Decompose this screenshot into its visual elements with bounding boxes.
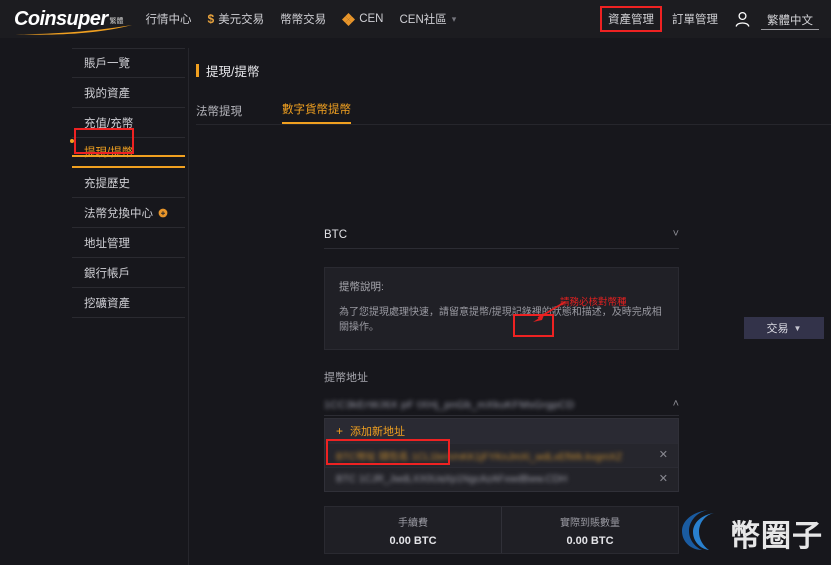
page-title-row: 提現/提幣 [196, 58, 831, 82]
tab-crypto-withdraw[interactable]: 數字貨幣提幣 [282, 101, 351, 124]
fee-value: 0.00 BTC [566, 534, 614, 547]
sidebar-item-account-overview[interactable]: 賬戶一覽 [72, 48, 185, 78]
sidebar-item-deposit[interactable]: 充值/充幣 [72, 108, 185, 138]
coin-select[interactable]: BTC ˅ [324, 221, 679, 249]
top-navbar: Coinsuper 繁體 行情中心 $ 美元交易 幣幣交易 CEN CEN社區 … [0, 0, 831, 38]
sidebar-item-deposit-withdraw-history[interactable]: 充提歷史 [72, 168, 185, 198]
sidebar-item-label: 充值/充幣 [84, 117, 134, 130]
page-title-accent-bar [196, 63, 199, 77]
sidebar: 賬戶一覽 我的資產 充值/充幣 提現/提幣 充提歷史 法幣兌換中心 地址管理 銀… [72, 48, 185, 318]
order-management-link[interactable]: 訂單管理 [666, 8, 724, 30]
nav-label: CEN [359, 13, 384, 25]
chevron-down-icon: ▾ [451, 13, 457, 24]
nav-label: CEN社區 [399, 14, 447, 26]
address-item-text: BTC 1CJR_JwdLXX0UaXp1NgcAzAFxwdBww.CDH [336, 474, 568, 485]
sidebar-active-underline [72, 155, 185, 157]
sidebar-item-mining-assets[interactable]: 挖礦資產 [72, 288, 185, 318]
plus-icon: + [336, 424, 344, 438]
withdraw-address-label: 提幣地址 [324, 372, 368, 384]
fiat-exchange-icon [158, 208, 168, 218]
brand-logo[interactable]: Coinsuper 繁體 [12, 9, 132, 35]
sidebar-item-label: 地址管理 [84, 237, 130, 250]
tab-bar-rule [196, 124, 831, 125]
person-icon[interactable] [734, 11, 751, 28]
dollar-icon: $ [207, 12, 215, 26]
sidebar-item-label: 我的資產 [84, 87, 130, 100]
nav-label: 幣幣交易 [280, 14, 327, 26]
sidebar-item-label: 充提歷史 [84, 177, 130, 190]
nav-item-usd-trading[interactable]: $ 美元交易 [208, 11, 265, 27]
top-nav-right: 資產管理 訂單管理 繁體中文 [596, 6, 819, 32]
address-item-text: BTC地址 錢包名 1CL1bmVnKK1jFYKnJmXi_wdLxEfWk.… [336, 452, 623, 463]
list-item[interactable]: BTC 1CJR_JwdLXX0UaXp1NgcAzAFxwdBww.CDH ✕ [325, 467, 678, 491]
tab-bar: 法幣提現 數字貨幣提幣 [196, 102, 831, 124]
chevron-down-icon: ˅ [672, 228, 679, 240]
asset-management-link[interactable]: 資產管理 [600, 6, 662, 32]
sidebar-item-address-management[interactable]: 地址管理 [72, 228, 185, 258]
sidebar-item-label: 賬戶一覽 [84, 58, 130, 70]
trade-button[interactable]: 交易 ▼ [744, 317, 824, 339]
list-item[interactable]: BTC地址 錢包名 1CL1bmVnKK1jFYKnJmXi_wdLxEfWk.… [325, 443, 678, 467]
cen-logo-icon [342, 12, 356, 26]
withdraw-form: 請務必核對幣種 BTC ˅ 交易 ▼ 提幣說明: 為了您提現處理快速，請留意提幣… [324, 221, 824, 565]
nav-label: 美元交易 [218, 14, 265, 26]
close-icon[interactable]: ✕ [659, 474, 668, 485]
close-icon[interactable]: ✕ [659, 450, 668, 461]
watermark-text: 幣圈子 [730, 519, 823, 553]
address-dropdown: + 添加新地址 BTC地址 錢包名 1CL1bmVnKK1jFYKnJmXi_w… [324, 418, 679, 492]
sidebar-item-fiat-exchange-center[interactable]: 法幣兌換中心 [72, 198, 185, 228]
nav-item-coin-trading[interactable]: 幣幣交易 [280, 11, 326, 27]
nav-label: 行情中心 [145, 14, 192, 26]
fee-label: 手續費 [398, 517, 428, 529]
withdraw-notice: 提幣說明: 為了您提現處理快速，請留意提幣/提現記錄裡的狀態和描述，及時完成相關… [324, 267, 679, 350]
caret-down-icon: ▼ [793, 323, 802, 333]
notice-title: 提幣說明: [339, 281, 384, 293]
add-new-address-label: 添加新地址 [350, 426, 406, 438]
nav-item-market[interactable]: 行情中心 [146, 11, 192, 27]
sidebar-item-label: 法幣兌換中心 [84, 207, 153, 220]
sidebar-item-label: 銀行帳戶 [84, 267, 130, 280]
page-title: 提現/提幣 [206, 64, 260, 79]
withdraw-address-value: 1CC3kErWJ6X pF tXHj_pnGb_mXkuKFMsGrgpCD [324, 398, 575, 411]
withdraw-address-input[interactable]: 1CC3kErWJ6X pF tXHj_pnGb_mXkuKFMsGrgpCD … [324, 394, 679, 416]
sidebar-item-withdraw[interactable]: 提現/提幣 [72, 138, 185, 168]
sidebar-item-my-assets[interactable]: 我的資產 [72, 78, 185, 108]
fee-cell-handling: 手續費 0.00 BTC [325, 507, 501, 553]
fee-label: 實際到賬數量 [560, 517, 620, 529]
nav-item-cen-community[interactable]: CEN社區 ▾ [399, 11, 456, 27]
notice-body: 為了您提現處理快速，請留意提幣/提現記錄裡的狀態和描述，及時完成相關操作。 [339, 307, 662, 333]
chevron-up-icon: ˄ [672, 398, 679, 410]
sidebar-item-bank-account[interactable]: 銀行帳戶 [72, 258, 185, 288]
watermark: 幣圈子 [678, 506, 823, 559]
sidebar-item-label: 提現/提幣 [84, 147, 134, 159]
annotation-check-currency: 請務必核對幣種 [560, 297, 627, 308]
fee-summary: 手續費 0.00 BTC 實際到賬數量 0.00 BTC [324, 506, 679, 554]
sidebar-item-label: 挖礦資產 [84, 297, 130, 310]
add-new-address-button[interactable]: + 添加新地址 [325, 419, 678, 443]
top-nav-items: 行情中心 $ 美元交易 幣幣交易 CEN CEN社區 ▾ [146, 11, 473, 27]
sidebar-divider [188, 48, 189, 565]
trade-button-label: 交易 [766, 323, 789, 335]
page-root: Coinsuper 繁體 行情中心 $ 美元交易 幣幣交易 CEN CEN社區 … [0, 0, 831, 565]
annotation-arrow-icon [532, 301, 566, 328]
language-selector[interactable]: 繁體中文 [761, 9, 819, 30]
sidebar-active-marker [70, 139, 74, 143]
tab-fiat-withdraw[interactable]: 法幣提現 [196, 103, 242, 124]
swirl-logo-icon [678, 506, 726, 559]
coin-select-value: BTC [324, 228, 347, 241]
fee-value: 0.00 BTC [389, 534, 437, 547]
brand-swoosh-icon [12, 25, 134, 35]
fee-cell-received: 實際到賬數量 0.00 BTC [501, 507, 678, 553]
main-content: 提現/提幣 法幣提現 數字貨幣提幣 請務必核對幣種 BTC ˅ 交易 ▼ 提幣說… [196, 48, 831, 565]
nav-item-cen[interactable]: CEN [342, 12, 384, 26]
